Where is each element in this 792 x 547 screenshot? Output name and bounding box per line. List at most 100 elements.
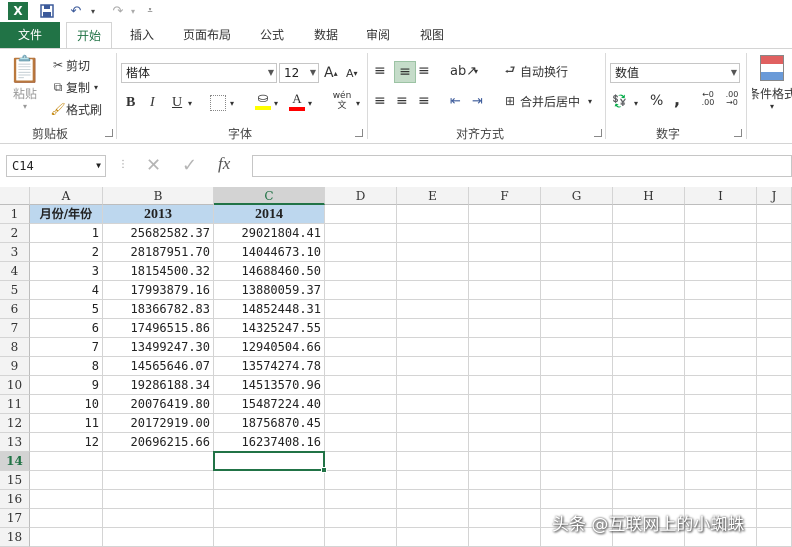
table-cell[interactable]: [325, 452, 397, 471]
table-cell[interactable]: [469, 338, 541, 357]
undo-icon[interactable]: ↶: [66, 2, 86, 20]
table-cell[interactable]: [613, 205, 685, 224]
table-cell[interactable]: [103, 490, 214, 509]
table-cell[interactable]: [541, 319, 613, 338]
table-cell[interactable]: 12940504.66: [214, 338, 325, 357]
table-cell[interactable]: [397, 452, 469, 471]
wrap-text-button[interactable]: ⮐ 自动换行: [500, 61, 568, 81]
table-cell[interactable]: [541, 224, 613, 243]
decrease-indent-icon[interactable]: ⇤: [450, 91, 468, 111]
shrink-font-icon[interactable]: A ▾: [346, 63, 362, 83]
table-cell[interactable]: [214, 528, 325, 547]
row-header[interactable]: 2: [0, 224, 30, 243]
table-cell[interactable]: [613, 395, 685, 414]
row-header[interactable]: 15: [0, 471, 30, 490]
table-cell[interactable]: [757, 433, 792, 452]
bold-button[interactable]: B: [126, 93, 140, 113]
table-cell[interactable]: [685, 471, 757, 490]
table-cell[interactable]: 6: [30, 319, 103, 338]
table-cell[interactable]: 1: [30, 224, 103, 243]
table-cell[interactable]: [757, 243, 792, 262]
table-cell[interactable]: [685, 243, 757, 262]
save-icon[interactable]: [38, 2, 56, 20]
table-cell[interactable]: [397, 395, 469, 414]
table-cell[interactable]: [757, 471, 792, 490]
table-cell[interactable]: [685, 319, 757, 338]
column-header-f[interactable]: F: [469, 187, 541, 205]
row-header[interactable]: 14: [0, 452, 30, 471]
table-cell[interactable]: [103, 509, 214, 528]
percent-button[interactable]: %: [650, 91, 664, 111]
table-cell[interactable]: [757, 528, 792, 547]
table-cell[interactable]: [397, 490, 469, 509]
table-cell[interactable]: [757, 490, 792, 509]
paste-button[interactable]: 📋 粘贴 ▾: [6, 55, 44, 115]
table-cell[interactable]: [685, 490, 757, 509]
table-cell[interactable]: 19286188.34: [103, 376, 214, 395]
table-cell[interactable]: 2: [30, 243, 103, 262]
table-cell[interactable]: 29021804.41: [214, 224, 325, 243]
table-cell[interactable]: [613, 452, 685, 471]
table-cell[interactable]: [541, 281, 613, 300]
tab-formulas[interactable]: 公式: [250, 22, 294, 48]
table-cell[interactable]: [397, 376, 469, 395]
table-cell[interactable]: [613, 319, 685, 338]
table-cell[interactable]: [613, 471, 685, 490]
table-cell[interactable]: 25682582.37: [103, 224, 214, 243]
table-cell[interactable]: [613, 338, 685, 357]
column-header-c[interactable]: C: [214, 187, 325, 205]
table-cell[interactable]: [613, 281, 685, 300]
table-cell[interactable]: [685, 281, 757, 300]
table-cell[interactable]: [325, 262, 397, 281]
clipboard-launcher-icon[interactable]: [105, 129, 113, 137]
table-cell[interactable]: [325, 205, 397, 224]
table-cell[interactable]: [214, 509, 325, 528]
table-cell[interactable]: [103, 528, 214, 547]
table-cell[interactable]: [757, 338, 792, 357]
chevron-down-icon[interactable]: ▾: [188, 93, 198, 113]
table-cell[interactable]: [469, 281, 541, 300]
table-cell[interactable]: [685, 433, 757, 452]
table-cell[interactable]: 15487224.40: [214, 395, 325, 414]
table-cell[interactable]: [325, 224, 397, 243]
redo-dropdown-icon[interactable]: ▾: [128, 2, 138, 20]
table-cell[interactable]: [325, 433, 397, 452]
table-cell[interactable]: [541, 452, 613, 471]
table-cell[interactable]: [613, 490, 685, 509]
conditional-format-button[interactable]: 条件格式 ▾: [752, 55, 792, 125]
increase-indent-icon[interactable]: ⇥: [472, 91, 490, 111]
table-cell[interactable]: [757, 452, 792, 471]
table-cell[interactable]: [397, 509, 469, 528]
number-format-combo[interactable]: 数值 ▼: [610, 63, 740, 83]
tab-page-layout[interactable]: 页面布局: [174, 22, 240, 48]
undo-dropdown-icon[interactable]: ▾: [88, 2, 98, 20]
tab-review[interactable]: 审阅: [356, 22, 400, 48]
table-cell[interactable]: 20076419.80: [103, 395, 214, 414]
table-cell[interactable]: 8: [30, 357, 103, 376]
table-cell[interactable]: [469, 471, 541, 490]
table-cell[interactable]: [469, 528, 541, 547]
grow-font-icon[interactable]: A ▴: [324, 63, 340, 83]
table-cell[interactable]: [757, 509, 792, 528]
borders-icon[interactable]: [210, 95, 226, 111]
row-header[interactable]: 3: [0, 243, 30, 262]
row-header[interactable]: 13: [0, 433, 30, 452]
table-cell[interactable]: [757, 357, 792, 376]
row-header[interactable]: 11: [0, 395, 30, 414]
table-cell[interactable]: [103, 452, 214, 471]
table-cell[interactable]: [30, 452, 103, 471]
table-cell[interactable]: [397, 433, 469, 452]
table-cell[interactable]: [469, 205, 541, 224]
align-right-icon[interactable]: ≡: [418, 91, 436, 111]
table-cell[interactable]: [214, 471, 325, 490]
table-cell[interactable]: [685, 414, 757, 433]
table-cell[interactable]: [469, 300, 541, 319]
table-cell[interactable]: [541, 376, 613, 395]
table-cell[interactable]: [757, 414, 792, 433]
row-header[interactable]: 5: [0, 281, 30, 300]
table-cell[interactable]: 18154500.32: [103, 262, 214, 281]
orientation-icon[interactable]: ab↗: [450, 61, 477, 81]
table-cell[interactable]: [469, 490, 541, 509]
table-cell[interactable]: [325, 376, 397, 395]
row-header[interactable]: 7: [0, 319, 30, 338]
